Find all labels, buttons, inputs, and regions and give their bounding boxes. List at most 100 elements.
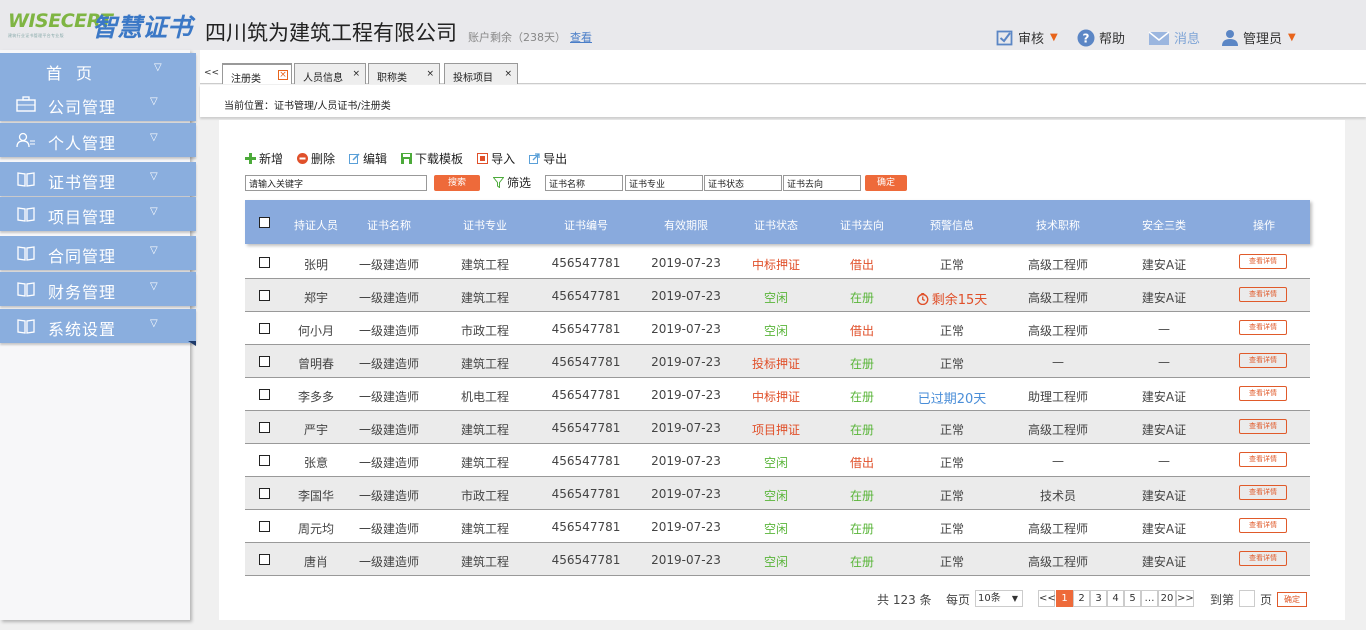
- sidebar-item-personal[interactable]: 个人管理 ▽: [0, 123, 196, 157]
- search-button[interactable]: 搜索: [434, 175, 480, 191]
- cell-warning: 正常: [940, 487, 964, 504]
- cell-text: 建筑工程: [460, 555, 510, 569]
- row-checkbox[interactable]: [259, 323, 270, 334]
- goto-page-input[interactable]: [1239, 590, 1255, 607]
- row-checkbox[interactable]: [259, 356, 270, 367]
- tab-person-info[interactable]: 人员信息 ×: [294, 63, 366, 84]
- view-detail-button[interactable]: 查看详情: [1239, 386, 1287, 401]
- edit-button[interactable]: 编辑: [349, 150, 387, 167]
- cell-text: 郑宇: [303, 291, 329, 305]
- close-icon[interactable]: ×: [426, 69, 434, 79]
- column-header-warning: 预警信息: [930, 219, 974, 232]
- select-all-checkbox[interactable]: [259, 217, 270, 228]
- tab-scroll-back[interactable]: <<: [204, 68, 219, 78]
- action-toolbar: 新增 删除 编辑 下载模板 导入 导出: [245, 150, 581, 167]
- page-button[interactable]: 3: [1090, 590, 1107, 607]
- page-unit: 页: [1260, 593, 1273, 607]
- cell-holder: 李多多: [298, 388, 334, 405]
- add-button[interactable]: 新增: [245, 150, 283, 167]
- view-detail-button[interactable]: 查看详情: [1239, 485, 1287, 500]
- cert-name-filter[interactable]: [545, 175, 623, 191]
- cell-cert-no: 456547781: [552, 553, 621, 567]
- book-icon: [17, 207, 35, 222]
- table-row: 唐肖 一级建造师 建筑工程 456547781 2019-07-23 空闲 在册 正常 高级工程…: [245, 543, 1310, 576]
- cell-status: 空闲: [764, 289, 788, 306]
- view-detail-button[interactable]: 查看详情: [1239, 320, 1287, 335]
- cell-text: 正常: [939, 522, 965, 536]
- view-detail-button[interactable]: 查看详情: [1239, 419, 1287, 434]
- cert-major-filter[interactable]: [625, 175, 703, 191]
- page-button[interactable]: 20: [1158, 590, 1176, 607]
- row-checkbox[interactable]: [259, 422, 270, 433]
- prev-page-button[interactable]: <<: [1038, 590, 1056, 607]
- sidebar-item-label: 合同管理: [48, 247, 117, 266]
- sidebar-item-contract[interactable]: 合同管理 ▽: [0, 236, 196, 270]
- page-button[interactable]: …: [1141, 590, 1158, 607]
- row-checkbox[interactable]: [259, 389, 270, 400]
- sidebar-item-company[interactable]: 公司管理 ▽: [0, 87, 196, 121]
- row-checkbox[interactable]: [259, 257, 270, 268]
- cell-cert-name: 一级建造师: [359, 322, 419, 339]
- cell-safety: 建安A证: [1142, 520, 1186, 537]
- cell-major: 机电工程: [461, 388, 509, 405]
- cert-status-filter[interactable]: [704, 175, 782, 191]
- help-menu[interactable]: ? 帮助: [1077, 28, 1125, 47]
- page-button[interactable]: 2: [1073, 590, 1090, 607]
- view-detail-button[interactable]: 查看详情: [1239, 287, 1287, 302]
- export-button[interactable]: 导出: [529, 150, 567, 167]
- view-detail-button[interactable]: 查看详情: [1239, 518, 1287, 533]
- cert-destination-filter[interactable]: [783, 175, 861, 191]
- sidebar-item-cert[interactable]: 证书管理 ▽: [0, 162, 196, 196]
- goto-confirm-button[interactable]: 确定: [1277, 592, 1307, 607]
- page-button[interactable]: 4: [1107, 590, 1124, 607]
- active-corner-marker: [188, 341, 196, 346]
- cell-text: 在册: [849, 555, 875, 569]
- page-button[interactable]: 5: [1124, 590, 1141, 607]
- edit-icon: [349, 153, 360, 164]
- sidebar-item-finance[interactable]: 财务管理 ▽: [0, 272, 196, 306]
- cell-text: 严宇: [303, 423, 329, 437]
- close-icon[interactable]: ×: [278, 70, 288, 80]
- row-checkbox[interactable]: [259, 455, 270, 466]
- chevron-down-icon: ▼: [1011, 594, 1018, 603]
- cell-status: 空闲: [764, 454, 788, 471]
- cell-text: 正常: [939, 456, 965, 470]
- tab-bid-project[interactable]: 投标项目 ×: [444, 63, 518, 84]
- filter-confirm-button[interactable]: 确定: [865, 175, 907, 191]
- import-button[interactable]: 导入: [477, 150, 515, 167]
- view-link[interactable]: 查看: [570, 31, 592, 44]
- filter-label-group[interactable]: 筛选: [492, 174, 531, 191]
- message-menu[interactable]: 消息: [1148, 28, 1200, 47]
- sidebar-item-settings[interactable]: 系统设置 ▽: [0, 309, 196, 343]
- row-checkbox[interactable]: [259, 521, 270, 532]
- keyword-input[interactable]: [245, 175, 427, 191]
- sidebar-item-project[interactable]: 项目管理 ▽: [0, 197, 196, 231]
- close-icon[interactable]: ×: [504, 69, 512, 79]
- view-detail-button[interactable]: 查看详情: [1239, 551, 1287, 566]
- row-checkbox[interactable]: [259, 290, 270, 301]
- close-icon[interactable]: ×: [352, 69, 360, 79]
- download-template-button[interactable]: 下载模板: [401, 150, 463, 167]
- tab-register[interactable]: 注册类 ×: [222, 63, 292, 85]
- cell-text: —: [1158, 454, 1170, 468]
- cell-cert-no: 456547781: [552, 520, 621, 534]
- admin-menu[interactable]: 管理员 ▼: [1221, 28, 1296, 47]
- tab-label: 人员信息: [303, 73, 343, 84]
- cell-cert-no: 456547781: [552, 421, 621, 435]
- review-menu[interactable]: 审核 ▼: [996, 28, 1058, 47]
- row-checkbox[interactable]: [259, 488, 270, 499]
- view-detail-button[interactable]: 查看详情: [1239, 353, 1287, 368]
- delete-button[interactable]: 删除: [297, 150, 335, 167]
- checkbox-icon: [996, 30, 1013, 45]
- sidebar-item-home[interactable]: 首页 ▽: [0, 53, 196, 87]
- page-button[interactable]: 1: [1056, 590, 1073, 607]
- cell-text: 建筑工程: [460, 258, 510, 272]
- column-header-major: 证书专业: [463, 219, 507, 232]
- view-detail-button[interactable]: 查看详情: [1239, 254, 1287, 269]
- row-checkbox[interactable]: [259, 554, 270, 565]
- next-page-button[interactable]: >>: [1176, 590, 1194, 607]
- cell-tech-title: —: [1052, 355, 1064, 369]
- per-page-select[interactable]: 10条 ▼: [975, 590, 1023, 607]
- view-detail-button[interactable]: 查看详情: [1239, 452, 1287, 467]
- tab-title-class[interactable]: 职称类 ×: [368, 63, 440, 84]
